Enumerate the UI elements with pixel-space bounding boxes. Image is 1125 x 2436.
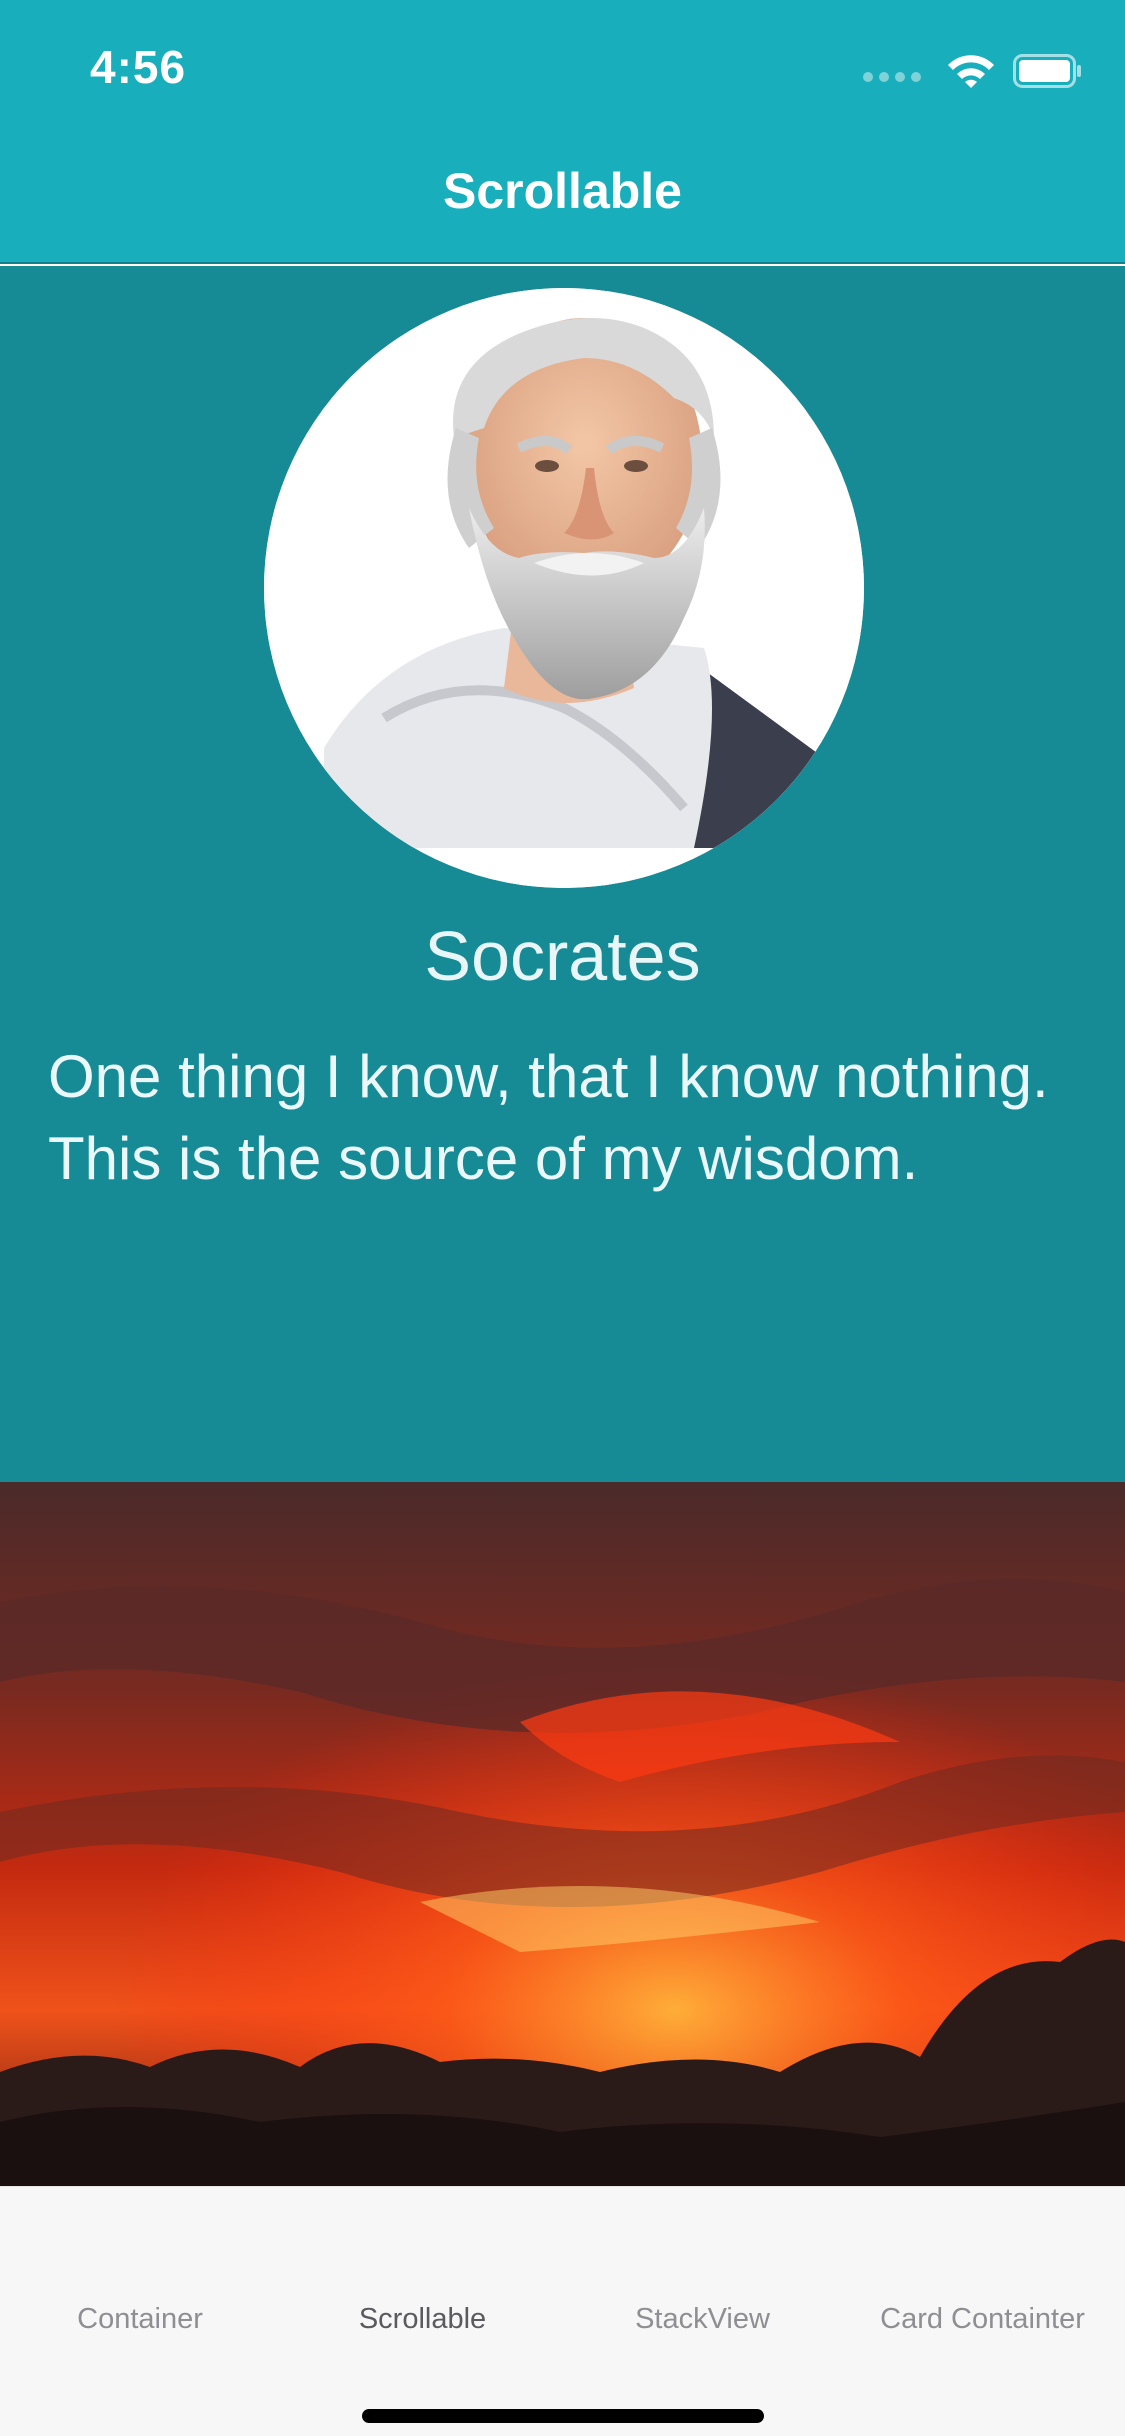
sunset-image — [0, 1482, 1125, 2186]
home-indicator — [362, 2409, 764, 2423]
cellular-signal-icon — [863, 72, 923, 82]
navigation-bar: 4:56 Scrollable — [0, 0, 1125, 264]
wifi-icon — [948, 55, 994, 88]
status-icons — [863, 48, 1083, 94]
battery-icon — [1013, 54, 1081, 88]
page-title: Scrollable — [443, 163, 682, 219]
tab-bar: Container Scrollable StackView Card Cont… — [0, 2186, 1125, 2436]
profile-quote: One thing I know, that I know nothing. T… — [48, 1043, 1049, 1192]
profile-name: Socrates — [424, 917, 701, 995]
status-time: 4:56 — [90, 41, 187, 93]
profile-section: Socrates One thing I know, that I know n… — [0, 266, 1125, 1482]
tab-container[interactable]: Container — [60, 2303, 220, 2336]
socrates-portrait — [264, 288, 864, 888]
sunset-illustration — [0, 1482, 1125, 2186]
app-screen: 4:56 Scrollable Socrates One thing I kno… — [0, 0, 1125, 2436]
tab-stackview[interactable]: StackView — [615, 2303, 790, 2336]
avatar — [264, 288, 864, 888]
tab-card-container[interactable]: Card Containter — [860, 2303, 1105, 2336]
tab-scrollable[interactable]: Scrollable — [330, 2303, 515, 2336]
